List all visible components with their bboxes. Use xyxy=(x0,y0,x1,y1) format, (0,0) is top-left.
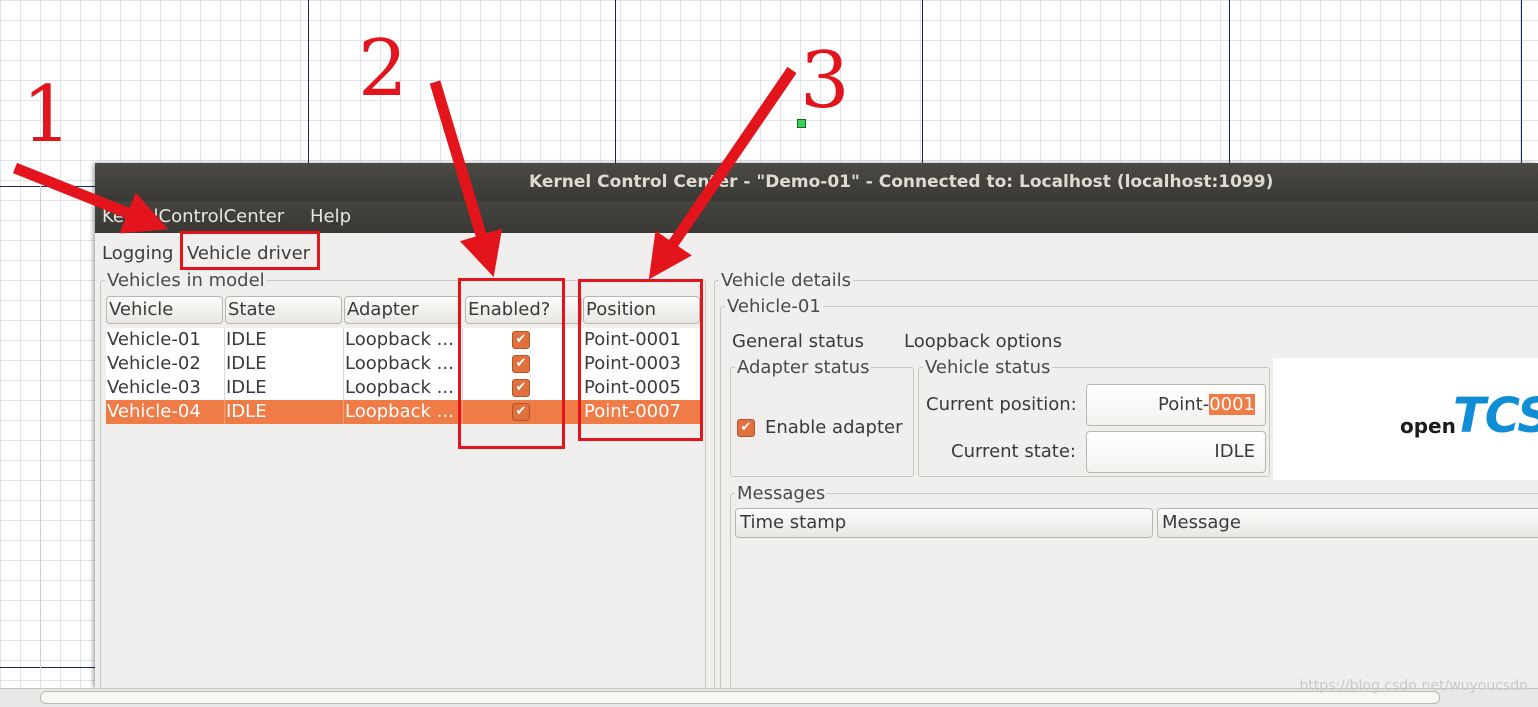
vehicles-panel-title: Vehicles in model xyxy=(107,270,265,291)
column-header-adapter[interactable]: Adapter xyxy=(344,296,461,324)
canvas-line xyxy=(1229,0,1230,163)
cell-state: IDLE xyxy=(226,401,267,422)
column-header-message[interactable]: Message xyxy=(1157,508,1538,538)
canvas-line xyxy=(615,0,616,163)
cell-vehicle: Vehicle-01 xyxy=(107,329,201,350)
cell-state: IDLE xyxy=(226,329,267,350)
annotation-number-1: 1 xyxy=(22,70,72,160)
vehicle-details-title: Vehicle details xyxy=(721,270,852,291)
messages-title: Messages xyxy=(737,483,826,504)
current-position-label: Current position: xyxy=(926,394,1077,415)
menu-kernel-control-center[interactable]: KernelControlCenter xyxy=(102,206,284,227)
opentcs-logo: open TCS xyxy=(1273,358,1538,480)
column-header-time-stamp[interactable]: Time stamp xyxy=(735,508,1153,538)
column-divider xyxy=(224,352,225,376)
column-divider xyxy=(224,400,225,424)
window-title: Kernel Control Center - "Demo-01" - Conn… xyxy=(529,172,1274,192)
tab-logging[interactable]: Logging xyxy=(102,243,173,264)
cell-state: IDLE xyxy=(226,377,267,398)
annotation-number-2: 2 xyxy=(358,24,408,114)
tab-general-status[interactable]: General status xyxy=(732,331,864,352)
annotation-box-enabled-column xyxy=(458,278,565,449)
canvas-line xyxy=(0,186,95,187)
logo-tcs-text: TCS xyxy=(1453,388,1538,444)
watermark: https://blog.csdn.net/wuyoucsdn xyxy=(1299,678,1528,694)
canvas-line xyxy=(40,186,41,668)
cell-adapter: Loopback ... xyxy=(345,401,454,422)
cell-vehicle: Vehicle-02 xyxy=(107,353,201,374)
vehicle-status-title: Vehicle status xyxy=(925,357,1051,378)
annotation-box-vehicle-driver-tab xyxy=(180,231,320,270)
column-divider xyxy=(224,328,225,352)
current-state-label: Current state: xyxy=(951,441,1076,462)
adapter-status-title: Adapter status xyxy=(737,357,870,378)
column-header-vehicle[interactable]: Vehicle xyxy=(106,296,223,324)
canvas-line xyxy=(308,0,309,163)
cell-adapter: Loopback ... xyxy=(345,353,454,374)
menu-help[interactable]: Help xyxy=(310,206,351,227)
menu-bar: KernelControlCenter Help xyxy=(95,201,1538,233)
canvas-line xyxy=(0,667,95,668)
cell-vehicle: Vehicle-03 xyxy=(107,377,201,398)
canvas-line xyxy=(922,0,923,163)
current-position-highlight: 0001 xyxy=(1209,394,1255,415)
column-divider xyxy=(224,376,225,400)
column-header-state[interactable]: State xyxy=(225,296,342,324)
annotation-number-3: 3 xyxy=(800,36,850,126)
cell-vehicle: Vehicle-04 xyxy=(107,401,201,422)
column-divider xyxy=(343,328,344,352)
cell-adapter: Loopback ... xyxy=(345,377,454,398)
canvas-line xyxy=(1521,0,1522,163)
column-divider xyxy=(343,376,344,400)
tab-loopback-options[interactable]: Loopback options xyxy=(904,331,1062,352)
main-content: Logging Vehicle driver Vehicles in model… xyxy=(95,233,1538,688)
cell-adapter: Loopback ... xyxy=(345,329,454,350)
annotation-box-position-column xyxy=(578,279,703,441)
enable-adapter-checkbox[interactable]: ✔ xyxy=(737,419,755,437)
current-state-field[interactable]: IDLE xyxy=(1086,431,1266,473)
window-titlebar[interactable]: Kernel Control Center - "Demo-01" - Conn… xyxy=(95,163,1538,201)
enable-adapter-label: Enable adapter xyxy=(765,417,903,438)
column-divider xyxy=(343,352,344,376)
vehicle-name-label: Vehicle-01 xyxy=(727,296,821,317)
current-position-field[interactable]: Point-0001 xyxy=(1086,384,1266,426)
current-position-prefix: Point- xyxy=(1158,394,1210,415)
column-divider xyxy=(343,400,344,424)
scrollbar-thumb[interactable] xyxy=(40,691,1440,704)
cell-state: IDLE xyxy=(226,353,267,374)
logo-open-text: open xyxy=(1400,414,1456,438)
